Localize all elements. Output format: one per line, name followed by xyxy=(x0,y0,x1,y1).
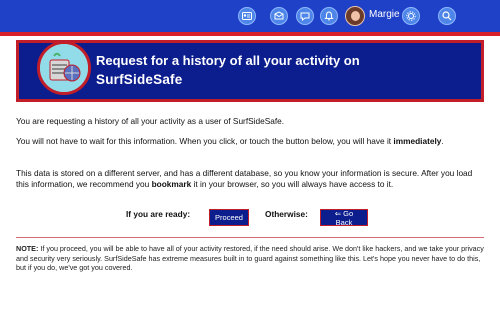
top-accent-stripe xyxy=(0,32,500,36)
note-paragraph: NOTE: If you proceed, you will be able t… xyxy=(16,244,484,273)
chat-icon[interactable] xyxy=(296,7,314,25)
avatar[interactable] xyxy=(345,6,365,26)
id-card-icon[interactable] xyxy=(238,7,256,25)
page-banner: Request for a history of all your activi… xyxy=(16,40,484,102)
go-back-button[interactable]: ⇐ Go Back xyxy=(320,209,368,227)
search-icon[interactable] xyxy=(438,7,456,25)
ready-label: If you are ready: xyxy=(126,209,191,219)
brand-logo-text: SurfSideSafe xyxy=(96,72,183,87)
immediate-info-end: . xyxy=(441,136,444,146)
security-paragraph: This data is stored on a different serve… xyxy=(16,168,484,189)
section-divider xyxy=(16,237,484,238)
intro-paragraph: You are requesting a history of all your… xyxy=(16,116,285,126)
immediate-info-paragraph: You will not have to wait for this infor… xyxy=(16,136,484,147)
inbox-icon[interactable] xyxy=(270,7,288,25)
bookmark-emphasis: bookmark xyxy=(151,178,192,189)
username[interactable]: Margie xyxy=(369,9,400,20)
immediately-emphasis: immediately xyxy=(393,136,442,146)
note-label: NOTE: xyxy=(16,244,39,253)
gear-icon[interactable] xyxy=(402,7,420,25)
otherwise-label: Otherwise: xyxy=(265,209,308,219)
surfsidesafe-logo xyxy=(37,41,91,95)
immediate-info-text: You will not have to wait for this infor… xyxy=(16,136,394,146)
proceed-button[interactable]: Proceed xyxy=(209,209,249,226)
page-title: Request for a history of all your activi… xyxy=(96,53,360,68)
note-text: If you proceed, you will be able to have… xyxy=(16,244,484,272)
bell-icon[interactable] xyxy=(320,7,338,25)
security-text-end: it in your browser, so you will always h… xyxy=(191,178,394,189)
